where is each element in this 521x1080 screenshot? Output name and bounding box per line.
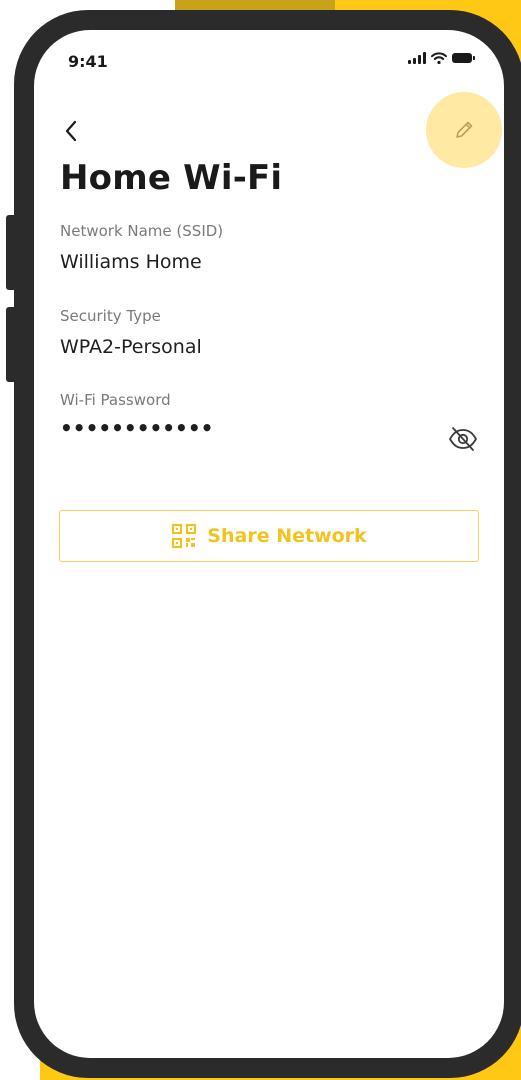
password-value: •••••••••••• [60, 416, 214, 440]
eye-off-icon [449, 427, 477, 451]
chevron-left-icon [65, 120, 77, 142]
signal-icon [408, 52, 426, 64]
status-icons [408, 52, 475, 64]
ssid-label: Network Name (SSID) [60, 222, 224, 240]
back-button[interactable] [56, 116, 86, 146]
qr-code-icon [172, 523, 197, 549]
battery-icon [452, 53, 475, 63]
security-type-value: WPA2-Personal [60, 336, 202, 358]
page-title: Home Wi-Fi [60, 158, 283, 198]
password-visibility-toggle[interactable] [446, 422, 480, 456]
edit-button[interactable] [426, 92, 502, 168]
password-label: Wi-Fi Password [60, 391, 171, 409]
wifi-icon [431, 52, 447, 64]
phone-screen: 9:41 Home Wi-Fi Network Name (SSID) Will… [34, 30, 504, 1058]
phone-frame: 9:41 Home Wi-Fi Network Name (SSID) Will… [14, 10, 521, 1078]
ssid-value: Williams Home [60, 251, 202, 273]
status-time: 9:41 [68, 52, 108, 71]
pencil-icon [456, 121, 473, 138]
share-network-label: Share Network [207, 525, 367, 547]
share-network-button[interactable]: Share Network [59, 510, 479, 562]
security-type-label: Security Type [60, 307, 161, 325]
